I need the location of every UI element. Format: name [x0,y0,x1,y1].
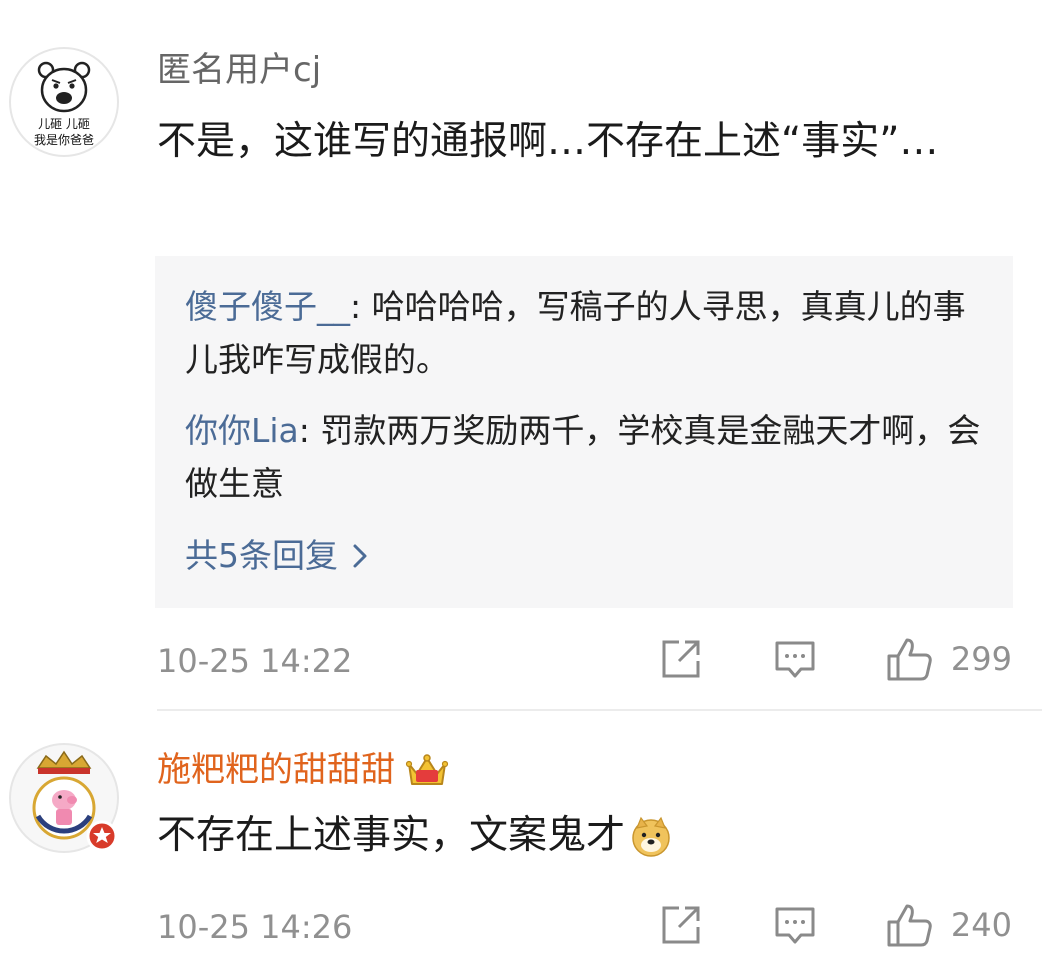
share-icon [662,906,700,944]
comment-button[interactable] [773,903,817,947]
doge-emoji-icon [632,816,670,857]
avatar[interactable] [8,742,120,854]
more-replies-link[interactable]: 共5条回复 [185,532,370,580]
comment-content: 不存在上述事实，文案鬼才 [157,804,987,868]
username[interactable]: 匿名用户cj [157,48,321,92]
reply-author[interactable]: 你你Lia [185,411,299,450]
divider [157,709,1042,711]
avatar-caption-1: 儿砸 儿砸 [38,117,90,131]
share-button[interactable] [659,903,703,947]
avatar-caption-2: 我是你爸爸 [34,133,94,147]
timestamp: 10-25 14:22 [157,642,353,680]
timestamp: 10-25 14:26 [157,908,353,946]
reply-author[interactable]: 傻子傻子__ [185,287,350,326]
like-count: 240 [950,906,1012,944]
thumbs-up-icon [887,638,932,681]
like-button[interactable]: 299 [885,636,1012,682]
like-button[interactable]: 240 [885,902,1012,948]
comment-button[interactable] [773,637,817,681]
thumbs-up-icon [887,904,932,947]
username[interactable]: 施粑粑的甜甜甜 [157,748,395,792]
comment-text: 不存在上述事实，文案鬼才 [157,813,626,858]
crown-icon [405,754,449,785]
avatar[interactable]: 儿砸 儿砸 我是你爸爸 [8,46,120,158]
comment-icon [775,641,815,678]
share-button[interactable] [659,637,703,681]
comment-text: 不是，这谁写的通报啊…不存在上述“事实”… [157,119,939,164]
like-count: 299 [950,640,1012,678]
chevron-right-icon [353,544,367,568]
pig-badge-avatar-icon [9,743,119,853]
more-replies-label: 共5条回复 [185,536,338,575]
username-row: 施粑粑的甜甜甜 [157,748,449,792]
action-bar: 299 [659,636,1012,682]
meme-bear-avatar-icon: 儿砸 儿砸 我是你爸爸 [9,47,119,157]
reply-item: 你你Lia: 罚款两万奖励两千，学校真是金融天才啊，会做生意 [185,411,981,503]
comment-icon [775,907,815,944]
comment-item: 儿砸 儿砸 我是你爸爸 匿名用户cj 不是，这谁写的通报啊…不存在上述“事实”…… [0,0,1042,710]
reply-item: 傻子傻子__: 哈哈哈哈，写稿子的人寻思，真真儿的事儿我咋写成假的。 [185,287,966,379]
action-bar: 240 [659,902,1012,948]
comment-item: 施粑粑的甜甜甜 不存在上述事实，文案鬼才 10-25 14:26 240 [0,712,1042,963]
replies-panel[interactable]: 傻子傻子__: 哈哈哈哈，写稿子的人寻思，真真儿的事儿我咋写成假的。 你你Lia… [155,256,1013,608]
share-icon [662,640,700,678]
